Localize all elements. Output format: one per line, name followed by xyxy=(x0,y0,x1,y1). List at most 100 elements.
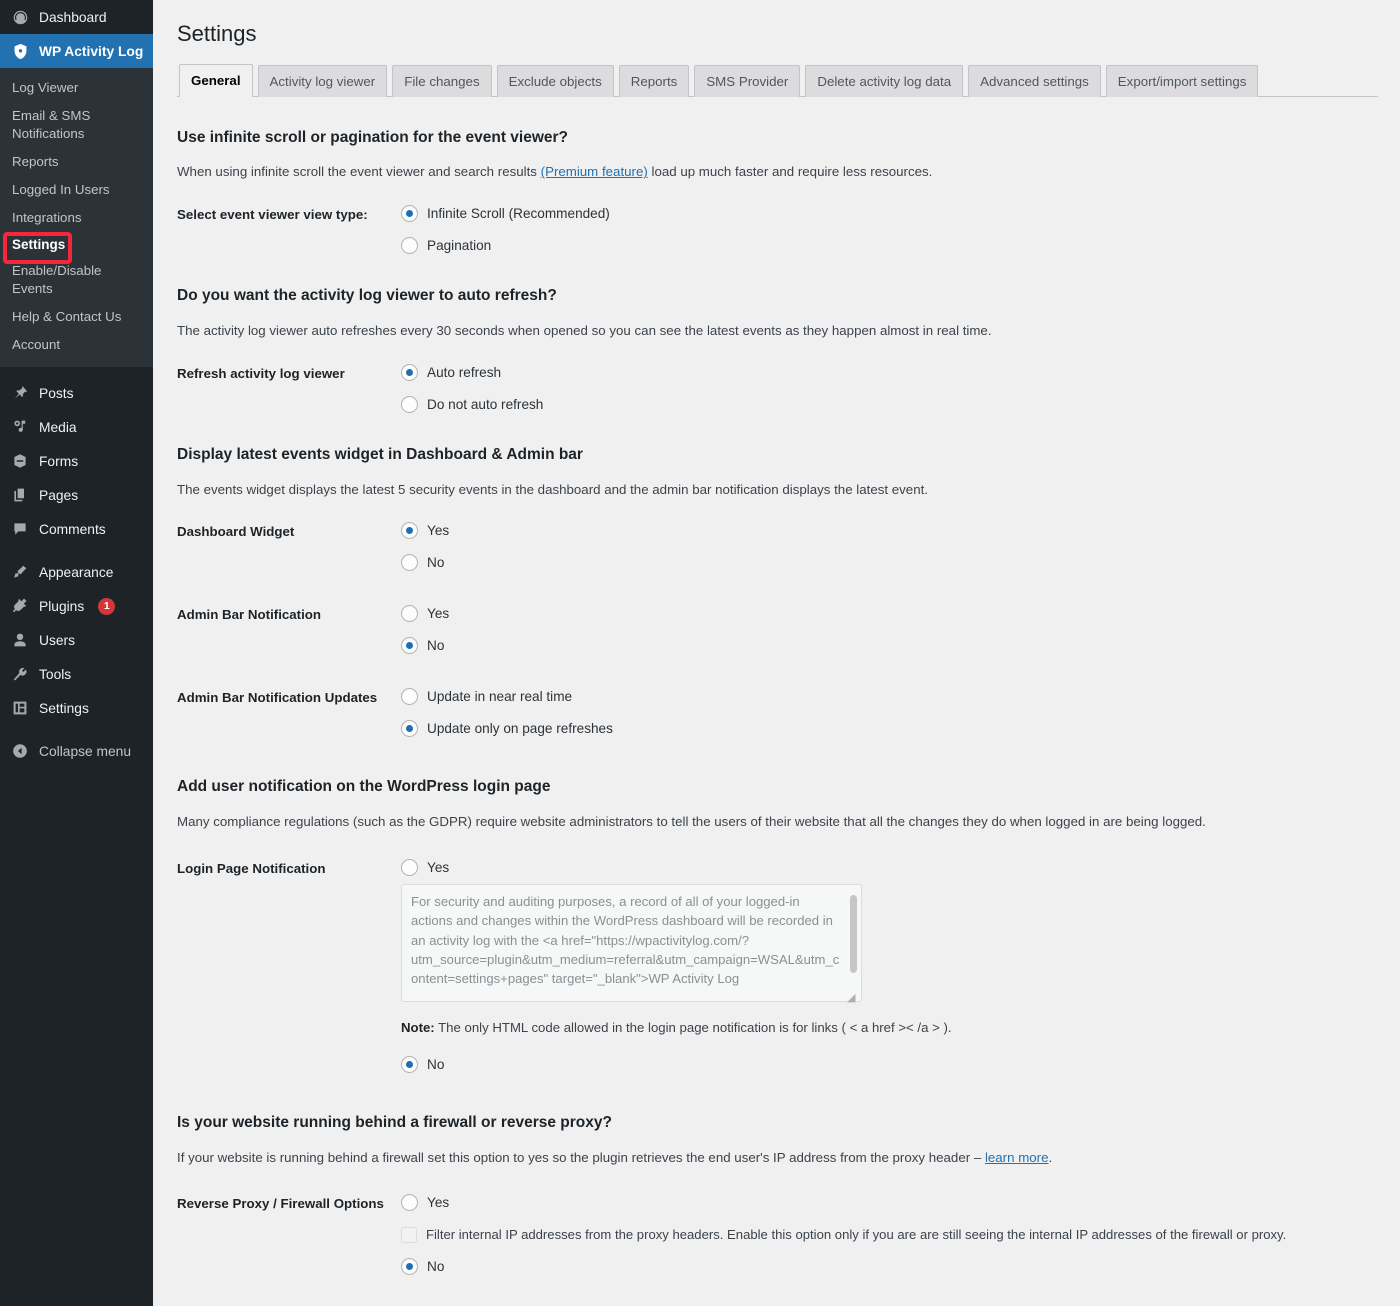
tab-sms-provider[interactable]: SMS Provider xyxy=(694,64,801,97)
radio-label: Yes xyxy=(427,1194,450,1210)
field-label: Admin Bar Notification xyxy=(177,607,322,623)
sidebar-item-posts[interactable]: Posts xyxy=(0,376,153,410)
sidebar-subitem-email-sms-notifications[interactable]: Email & SMS Notifications xyxy=(0,102,153,148)
radio-login-notification-no[interactable] xyxy=(401,1055,418,1073)
radio-option-auto-refresh[interactable]: Auto refresh xyxy=(401,363,1378,382)
sidebar-item-label: Plugins xyxy=(39,598,85,614)
field-admin-bar-notification-updates: Admin Bar Notification Updates Update in… xyxy=(177,687,1378,738)
sidebar-item-tools[interactable]: Tools xyxy=(0,657,153,691)
sidebar-subitem-enable-disable-events[interactable]: Enable/Disable Events xyxy=(0,257,153,303)
field-event-viewer-view-type: Select event viewer view type: Infinite … xyxy=(177,204,1378,255)
section-desc-latest-events: The events widget displays the latest 5 … xyxy=(177,481,928,497)
sidebar-item-wp-activity-log[interactable]: WP Activity Log xyxy=(0,34,153,68)
radio-label: Pagination xyxy=(427,238,492,254)
radio-admin-bar-yes[interactable] xyxy=(401,605,418,623)
sidebar-subitem-label: Logged In Users xyxy=(12,182,110,197)
radio-login-notification-yes[interactable] xyxy=(401,859,418,877)
sidebar-item-dashboard[interactable]: Dashboard xyxy=(0,0,153,34)
radio-infinite-scroll[interactable] xyxy=(401,205,418,223)
sidebar-subitem-label: Email & SMS Notifications xyxy=(12,108,91,141)
sidebar-collapse-menu[interactable]: Collapse menu xyxy=(0,734,153,768)
radio-dashboard-widget-no[interactable] xyxy=(401,554,418,572)
plugins-update-badge: 1 xyxy=(98,597,116,615)
radio-option-firewall-no[interactable]: No xyxy=(401,1257,1378,1276)
radio-auto-refresh[interactable] xyxy=(401,363,418,381)
dashboard-icon xyxy=(10,7,30,27)
sidebar-item-media[interactable]: Media xyxy=(0,410,153,444)
radio-label: Yes xyxy=(427,523,450,539)
desc-text-after: load up much faster and require less res… xyxy=(647,164,933,180)
sidebar-item-label: WP Activity Log xyxy=(39,43,144,59)
field-reverse-proxy-firewall-options: Reverse Proxy / Firewall Options Yes Fil… xyxy=(177,1193,1378,1276)
sidebar-subitem-reports[interactable]: Reports xyxy=(0,148,153,176)
radio-label: Update only on page refreshes xyxy=(427,721,613,737)
checkbox-filter-internal-ip[interactable] xyxy=(401,1226,417,1243)
radio-option-pagination[interactable]: Pagination xyxy=(401,236,1378,255)
radio-option-firewall-yes[interactable]: Yes xyxy=(401,1193,1378,1212)
radio-option-dashboard-widget-no[interactable]: No xyxy=(401,553,1378,572)
sidebar-item-forms[interactable]: Forms xyxy=(0,444,153,478)
sidebar-item-settings[interactable]: Settings xyxy=(0,691,153,725)
sidebar-divider-2 xyxy=(0,546,153,555)
sidebar-item-plugins[interactable]: Plugins 1 xyxy=(0,589,153,623)
sidebar-subitem-label: Integrations xyxy=(12,210,82,225)
tab-activity-log-viewer[interactable]: Activity log viewer xyxy=(257,64,388,97)
tab-advanced-settings[interactable]: Advanced settings xyxy=(968,64,1101,97)
tab-delete-activity-log-data[interactable]: Delete activity log data xyxy=(805,64,964,97)
sidebar-subitem-label: Log Viewer xyxy=(12,80,79,95)
radio-update-on-page-refresh[interactable] xyxy=(401,720,418,738)
sidebar-subitem-help-contact-us[interactable]: Help & Contact Us xyxy=(0,303,153,331)
radio-option-infinite-scroll[interactable]: Infinite Scroll (Recommended) xyxy=(401,204,1378,223)
sidebar-item-label: Posts xyxy=(39,385,74,401)
sidebar-item-appearance[interactable]: Appearance xyxy=(0,555,153,589)
sidebar-item-label: Appearance xyxy=(39,564,114,580)
radio-option-update-on-page-refresh[interactable]: Update only on page refreshes xyxy=(401,719,1378,738)
radio-option-admin-bar-no[interactable]: No xyxy=(401,636,1378,655)
radio-firewall-no[interactable] xyxy=(401,1257,418,1275)
tab-export-import-settings[interactable]: Export/import settings xyxy=(1105,64,1259,97)
tab-reports[interactable]: Reports xyxy=(618,64,690,97)
radio-dashboard-widget-yes[interactable] xyxy=(401,522,418,540)
note-text: The only HTML code allowed in the login … xyxy=(434,1020,952,1036)
premium-feature-link[interactable]: (Premium feature) xyxy=(541,164,648,179)
sidebar-subitem-integrations[interactable]: Integrations xyxy=(0,204,153,232)
tab-exclude-objects[interactable]: Exclude objects xyxy=(496,64,614,97)
textarea-scrollbar-thumb[interactable] xyxy=(850,895,857,974)
field-label: Dashboard Widget xyxy=(177,524,295,540)
sidebar-subitem-account[interactable]: Account xyxy=(0,331,153,359)
field-dashboard-widget: Dashboard Widget Yes No xyxy=(177,521,1378,572)
sidebar-subitem-settings[interactable]: Settings xyxy=(0,232,153,264)
sidebar-item-label: Tools xyxy=(39,666,72,682)
section-heading-latest-events: Display latest events widget in Dashboar… xyxy=(177,445,583,463)
radio-firewall-yes[interactable] xyxy=(401,1193,418,1211)
page-title: Settings xyxy=(177,21,257,46)
sidebar-item-pages[interactable]: Pages xyxy=(0,478,153,512)
tab-file-changes[interactable]: File changes xyxy=(392,64,492,97)
radio-update-near-real-time[interactable] xyxy=(401,688,418,706)
radio-option-login-notification-no[interactable]: No xyxy=(401,1055,1378,1074)
radio-option-do-not-auto-refresh[interactable]: Do not auto refresh xyxy=(401,395,1378,414)
sidebar-subitem-log-viewer[interactable]: Log Viewer xyxy=(0,74,153,102)
login-notification-textarea[interactable] xyxy=(401,884,862,1003)
radio-do-not-auto-refresh[interactable] xyxy=(401,395,418,413)
radio-option-update-near-real-time[interactable]: Update in near real time xyxy=(401,687,1378,706)
radio-pagination[interactable] xyxy=(401,237,418,255)
radio-label: Update in near real time xyxy=(427,689,573,705)
radio-option-admin-bar-yes[interactable]: Yes xyxy=(401,604,1378,623)
checkbox-option-filter-internal-ip[interactable]: Filter internal IP addresses from the pr… xyxy=(401,1225,1378,1244)
learn-more-link[interactable]: learn more xyxy=(985,1150,1049,1165)
login-notification-note: Note: The only HTML code allowed in the … xyxy=(401,1018,1378,1038)
section-heading-login-notification: Add user notification on the WordPress l… xyxy=(177,778,551,796)
tab-general[interactable]: General xyxy=(179,63,253,97)
sidebar-item-users[interactable]: Users xyxy=(0,623,153,657)
field-body: Yes No xyxy=(401,604,1378,655)
sidebar-item-label: Collapse menu xyxy=(39,743,132,759)
radio-admin-bar-no[interactable] xyxy=(401,637,418,655)
radio-option-dashboard-widget-yes[interactable]: Yes xyxy=(401,521,1378,540)
radio-option-login-notification-yes[interactable]: Yes xyxy=(401,858,1378,877)
desc-text-before: When using infinite scroll the event vie… xyxy=(177,164,541,180)
media-icon xyxy=(10,417,30,437)
sidebar-subitem-logged-in-users[interactable]: Logged In Users xyxy=(0,176,153,204)
admin-page: Dashboard WP Activity Log Log Viewer Ema… xyxy=(0,0,1400,1306)
sidebar-item-comments[interactable]: Comments xyxy=(0,512,153,546)
